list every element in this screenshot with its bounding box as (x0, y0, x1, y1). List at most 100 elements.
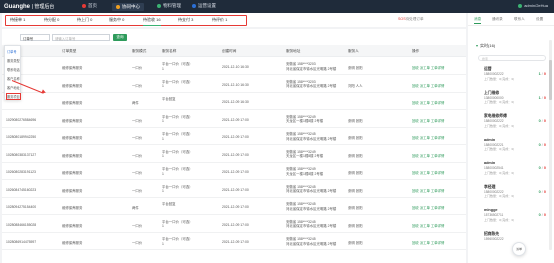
table-row[interactable]: 1026084745160223 维修保养服务 一口价 平台一口价（可选） 1 2021-… (2, 182, 466, 198)
nav-home[interactable]: 首页 (82, 3, 97, 9)
side-section-title[interactable]: ▾ 实时(16) (476, 43, 495, 49)
service-name-qty: 1 (162, 84, 164, 89)
table-row[interactable]: 1028080189942250 维修保养服务 一口价 平台一口价（可选） 1 2021-… (2, 129, 466, 145)
caret-down-icon: ▾ (476, 43, 479, 48)
row-actions[interactable]: 回收 派工单 工单详情 (412, 205, 444, 210)
address-line: 河北省保定市徐水区光明路 2号楼 (286, 206, 337, 211)
contact-phone: 15800002221 (484, 142, 504, 147)
dispatch-fab[interactable]: 派单 (512, 242, 526, 256)
order-type: 维修保养服务 (62, 223, 83, 228)
tab-pending-assign[interactable]: 待分配 0 (44, 17, 59, 23)
row-actions[interactable]: 回收 派工单 工单详情 (412, 65, 444, 70)
tab-in-service[interactable]: 服务中 0 (109, 17, 124, 23)
address-line: 天龙区一楼1幢8楼 2号楼 (286, 171, 324, 176)
address-line: 天龙区一楼1幢8楼 2号楼 (286, 154, 324, 159)
nav-material[interactable]: 物料管理 (157, 3, 181, 9)
table-row[interactable]: 2980650维修保养服务一口价平台一口价（可选）12021-12-10 16:… (2, 59, 466, 75)
nav-collab-center[interactable]: 协同中心 (112, 3, 144, 11)
dropdown-option[interactable]: 客户地址 (7, 85, 20, 90)
row-actions[interactable]: 回收 派工单 工单详情 (412, 100, 444, 105)
side-scroll-thumb[interactable] (549, 60, 552, 100)
side-tab-settings[interactable]: 设置 (536, 17, 543, 22)
row-actions[interactable]: 回收 派工单 工单详情 (412, 135, 444, 140)
order-type: 维修保养服务 (62, 101, 83, 105)
contact-item[interactable]: admin 15800002541 上门数量：3| 完成：3| 0 / 0 (484, 161, 550, 181)
service-mode: 两件 (132, 206, 139, 210)
filter-type-select[interactable]: 订单号 (20, 34, 50, 41)
contact-stat: 0 / 0 (539, 190, 546, 194)
collab-icon (116, 4, 120, 9)
search-button[interactable]: 查询 (113, 34, 127, 41)
tab-pending-accept[interactable]: 待接单 1 (10, 17, 25, 23)
service-name-line: 平台一口价（可选） (162, 79, 193, 84)
brand-name: Guanghe (4, 4, 31, 10)
row-actions[interactable]: 回收 派工单 工单详情 (412, 170, 444, 175)
service-name: 平台一口价（可选） 1 (162, 220, 193, 229)
created-time: 2021-12-09 17:00 (222, 222, 249, 227)
row-actions[interactable]: 回收 派工单 工单详情 (412, 153, 444, 158)
pending-orders-link[interactable]: SOS待处理订单 (398, 17, 424, 22)
order-id: 1028086914475597 (6, 240, 37, 244)
servicer: 张明 张阳 (348, 206, 363, 210)
contact-stat: 0 / 0 (539, 143, 546, 147)
side-tab-directory[interactable]: 通讯录 (492, 17, 503, 22)
table-row[interactable]: 1028088466155028 维修保养服务 一口价 平台一口价（可选） 1 2021-… (2, 217, 466, 233)
search-input[interactable]: 请输入订单号 (52, 34, 110, 41)
tab-pending-check[interactable]: 待验收 16 (143, 17, 161, 26)
contact-phone: 15800002222 (484, 72, 504, 76)
service-mode: 一口价 (132, 188, 143, 193)
dropdown-option[interactable]: 服务类型 (7, 58, 20, 63)
service-address: 安徽省 158****3245 河北省保定市徐水区光明路 2号楼 (286, 185, 336, 194)
contact-item[interactable]: 李经理 15800002222 上门数量：3| 完成：3| 0 / 0 (484, 185, 550, 205)
side-search-input[interactable]: 搜索 (478, 55, 546, 61)
user-menu[interactable]: admin/2eHua (518, 3, 548, 8)
service-name-line: 平台一口价（可选） (162, 167, 193, 171)
stat-miss: 0 (543, 142, 546, 147)
table-row[interactable]: 维修保养服务 两件 平台回复 2021-12-09 16:30 回收 派工单 工单详情 (2, 94, 466, 110)
contact-item[interactable]: 上门维修 13800000000 上门数量：3| 完成：3| 1 / 0 (484, 91, 550, 111)
contact-item[interactable]: 运营 15800002222 上门数量：3| 完成：3| 1 / 0 (484, 67, 550, 87)
order-id: 1028094275154400 (6, 205, 37, 209)
tab-pending-review[interactable]: 待评价 1 (212, 17, 227, 23)
service-name-qty: 1 (162, 154, 164, 159)
service-name: 平台一口价（可选） 1 (162, 167, 193, 176)
contact-meta: 上门数量：3| 完成：3| (484, 76, 514, 81)
row-actions[interactable]: 回收 派工单 工单详情 (412, 240, 444, 245)
side-tab-contacts[interactable]: 联系人 (514, 17, 525, 22)
contact-item[interactable]: mingge 15736502711 上门数量：3| 完成：3| 0 / 0 (484, 208, 550, 228)
main-panel: 订单号 请输入订单号 查询 订单类型 服务模式 服务名称 创建时间 服务地址 服… (2, 29, 466, 263)
contact-item[interactable]: 家电维修师傅 15800002222 上门数量：3| 完成：3| 0 / 0 (484, 114, 550, 134)
created-time: 2021-12-09 17:00 (222, 117, 249, 122)
row-actions[interactable]: 回收 派工单 工单详情 (412, 83, 444, 88)
dropdown-option[interactable]: 订单号 (7, 49, 17, 54)
tab-pending-pay[interactable]: 待支付 3 (178, 17, 193, 23)
address-line: 河北省保定市徐水区光明路 2号楼 (286, 136, 337, 141)
nav-ops-settings[interactable]: 运营设置 (192, 3, 216, 9)
side-tab-messages[interactable]: 消息 (474, 17, 482, 24)
table-row[interactable]: 1028094275154400 维修保养服务 两件 平台回复 2021-12-09 1… (2, 199, 466, 215)
brand-logo[interactable]: Guanghe | 管理后台 (4, 3, 54, 10)
dropdown-option-highlighted[interactable]: 服务项目 (6, 93, 21, 100)
service-address: 安徽省 158****3203 河北省保定市徐水区光明路 2号楼 (286, 80, 336, 89)
table-row[interactable]: 1028080383137127 维修保养服务 一口价 平台一口价（可选） 1 2021-… (2, 147, 466, 163)
table-row[interactable]: 2981223维修保养服务一口价平台一口价（可选）12021-12-10 16:… (2, 77, 466, 93)
row-actions[interactable]: 回收 派工单 工单详情 (412, 188, 444, 193)
table-row[interactable]: 1028086914475597 维修保养服务 一口价 平台一口价（可选） 1 2021-… (2, 234, 466, 250)
contact-item[interactable]: admin 15800002221 上门数量：3| 完成：3| 0 / 0 (484, 138, 550, 158)
address-line: 天龙区一楼1幢8楼 2号楼 (286, 119, 324, 124)
service-name-line: 平台一口价（可选） (162, 149, 193, 154)
contact-phone: 15800002222 (484, 119, 504, 123)
row-actions[interactable]: 回收 派工单 工单详情 (412, 223, 444, 228)
service-name: 平台一口价（可选） 1 (162, 150, 193, 159)
contact-phone: 15736502711 (484, 213, 504, 217)
tab-pending-visit[interactable]: 待上门 0 (77, 17, 92, 23)
contact-meta: 上门数量：3| 完成：3| (484, 170, 514, 175)
dropdown-option[interactable]: 联系电话 (7, 67, 20, 72)
address-line: 河北省保定市徐水区光明路 2号楼 (286, 84, 337, 89)
table-row[interactable]: 1026080283191123 维修保养服务 一口价 平台一口价（可选） 1 2021-… (2, 164, 466, 180)
col-service-mode: 服务模式 (132, 49, 147, 53)
service-address: 安徽省 158****3249 天龙区一楼1幢8楼 2号楼 (286, 115, 323, 124)
service-name: 平台一口价（可选） 1 (162, 115, 193, 124)
row-actions[interactable]: 回收 派工单 工单详情 (412, 118, 444, 123)
table-row[interactable]: 1029080276584696 维修保养服务 一口价 平台一口价（可选） 1 2021-… (2, 112, 466, 128)
